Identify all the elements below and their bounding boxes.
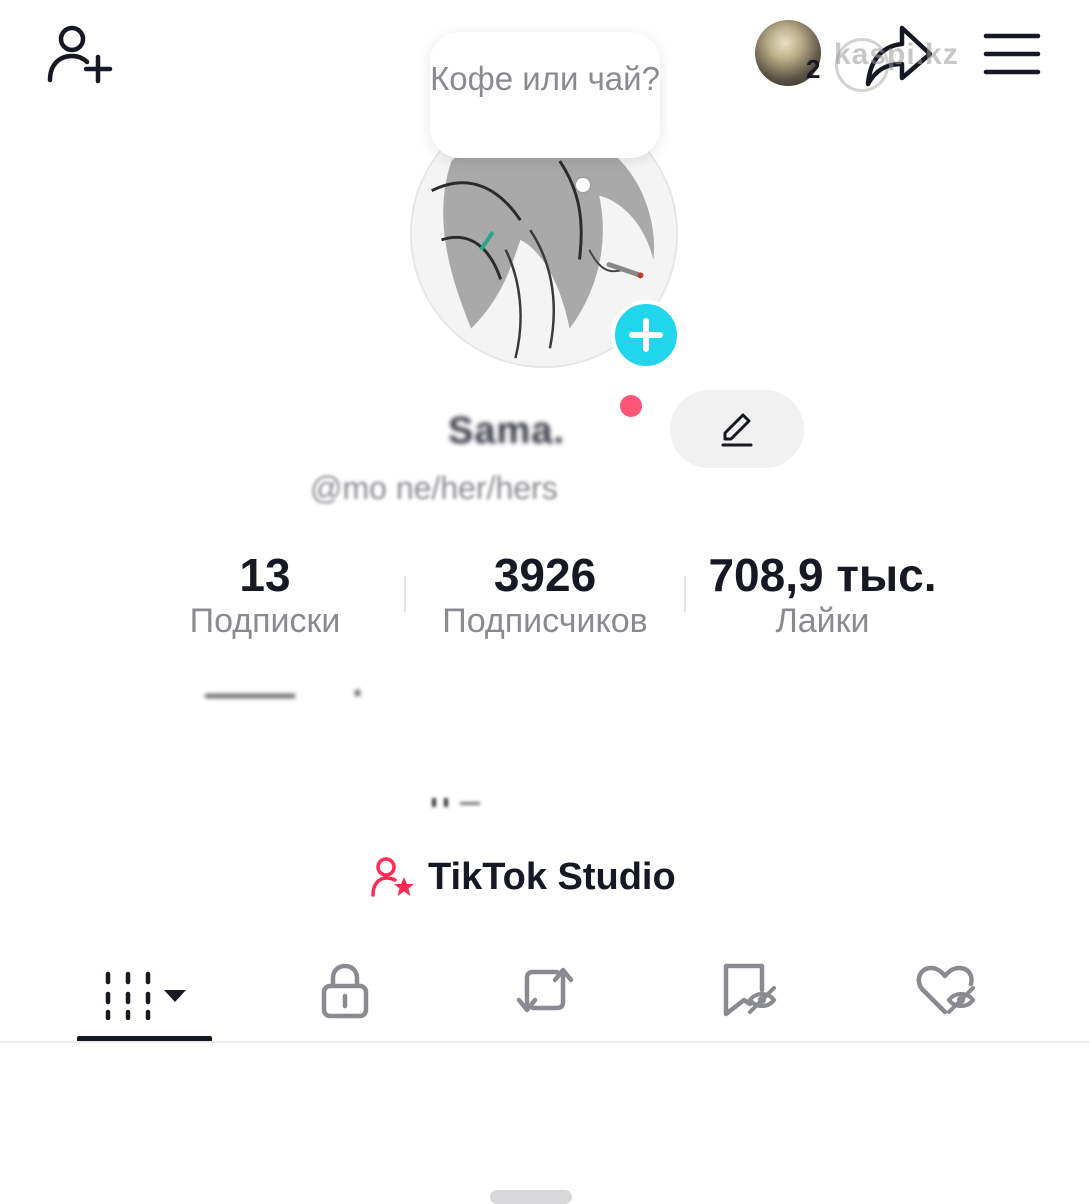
note-bubble[interactable]: Кофе или чай? <box>430 32 660 158</box>
add-friend-icon <box>47 25 113 84</box>
tab-divider <box>0 1041 1089 1043</box>
menu-button[interactable] <box>982 28 1042 80</box>
following-count[interactable]: 13 <box>165 548 365 602</box>
tab-reposts[interactable] <box>495 952 595 1028</box>
username: @mo ne/her/hers <box>310 470 558 506</box>
repost-icon <box>516 967 574 1013</box>
add-friend-button[interactable] <box>40 22 116 86</box>
following-label[interactable]: Подписки <box>165 602 365 641</box>
videos-grid-icon <box>105 971 186 1020</box>
creator-star-icon <box>371 857 414 897</box>
favorites-hidden-icon <box>723 963 777 1017</box>
watermark-text: kaspi.kz <box>834 38 959 71</box>
content-placeholder <box>490 1190 572 1204</box>
friends-count-badge: 2 <box>806 54 821 84</box>
add-story-button[interactable] <box>611 300 681 370</box>
studio-label: TikTok Studio <box>428 855 676 898</box>
menu-icon <box>983 33 1041 75</box>
note-bubble-tail <box>576 178 590 192</box>
stat-divider <box>684 576 686 612</box>
followers-count[interactable]: 3926 <box>420 548 670 602</box>
likes-label[interactable]: Лайки <box>690 602 955 641</box>
stat-divider <box>404 576 406 612</box>
likes-count[interactable]: 708,9 тыс. <box>690 548 955 602</box>
followers-label[interactable]: Подписчиков <box>420 602 670 641</box>
bio-text-blurred <box>205 690 360 698</box>
tab-favorites[interactable] <box>698 952 798 1028</box>
pencil-icon <box>721 413 753 447</box>
tab-private[interactable] <box>295 952 395 1028</box>
display-name: Sama. <box>448 410 565 452</box>
tab-liked[interactable] <box>897 952 997 1028</box>
liked-hidden-icon <box>916 965 976 1015</box>
lock-icon <box>321 963 369 1019</box>
tiktok-studio-link[interactable]: TikTok Studio <box>370 852 676 902</box>
tab-videos[interactable] <box>92 952 202 1028</box>
name-badge <box>620 395 642 417</box>
plus-icon <box>629 318 663 352</box>
bio-link-blurred <box>432 798 480 807</box>
edit-profile-button[interactable] <box>670 390 804 468</box>
